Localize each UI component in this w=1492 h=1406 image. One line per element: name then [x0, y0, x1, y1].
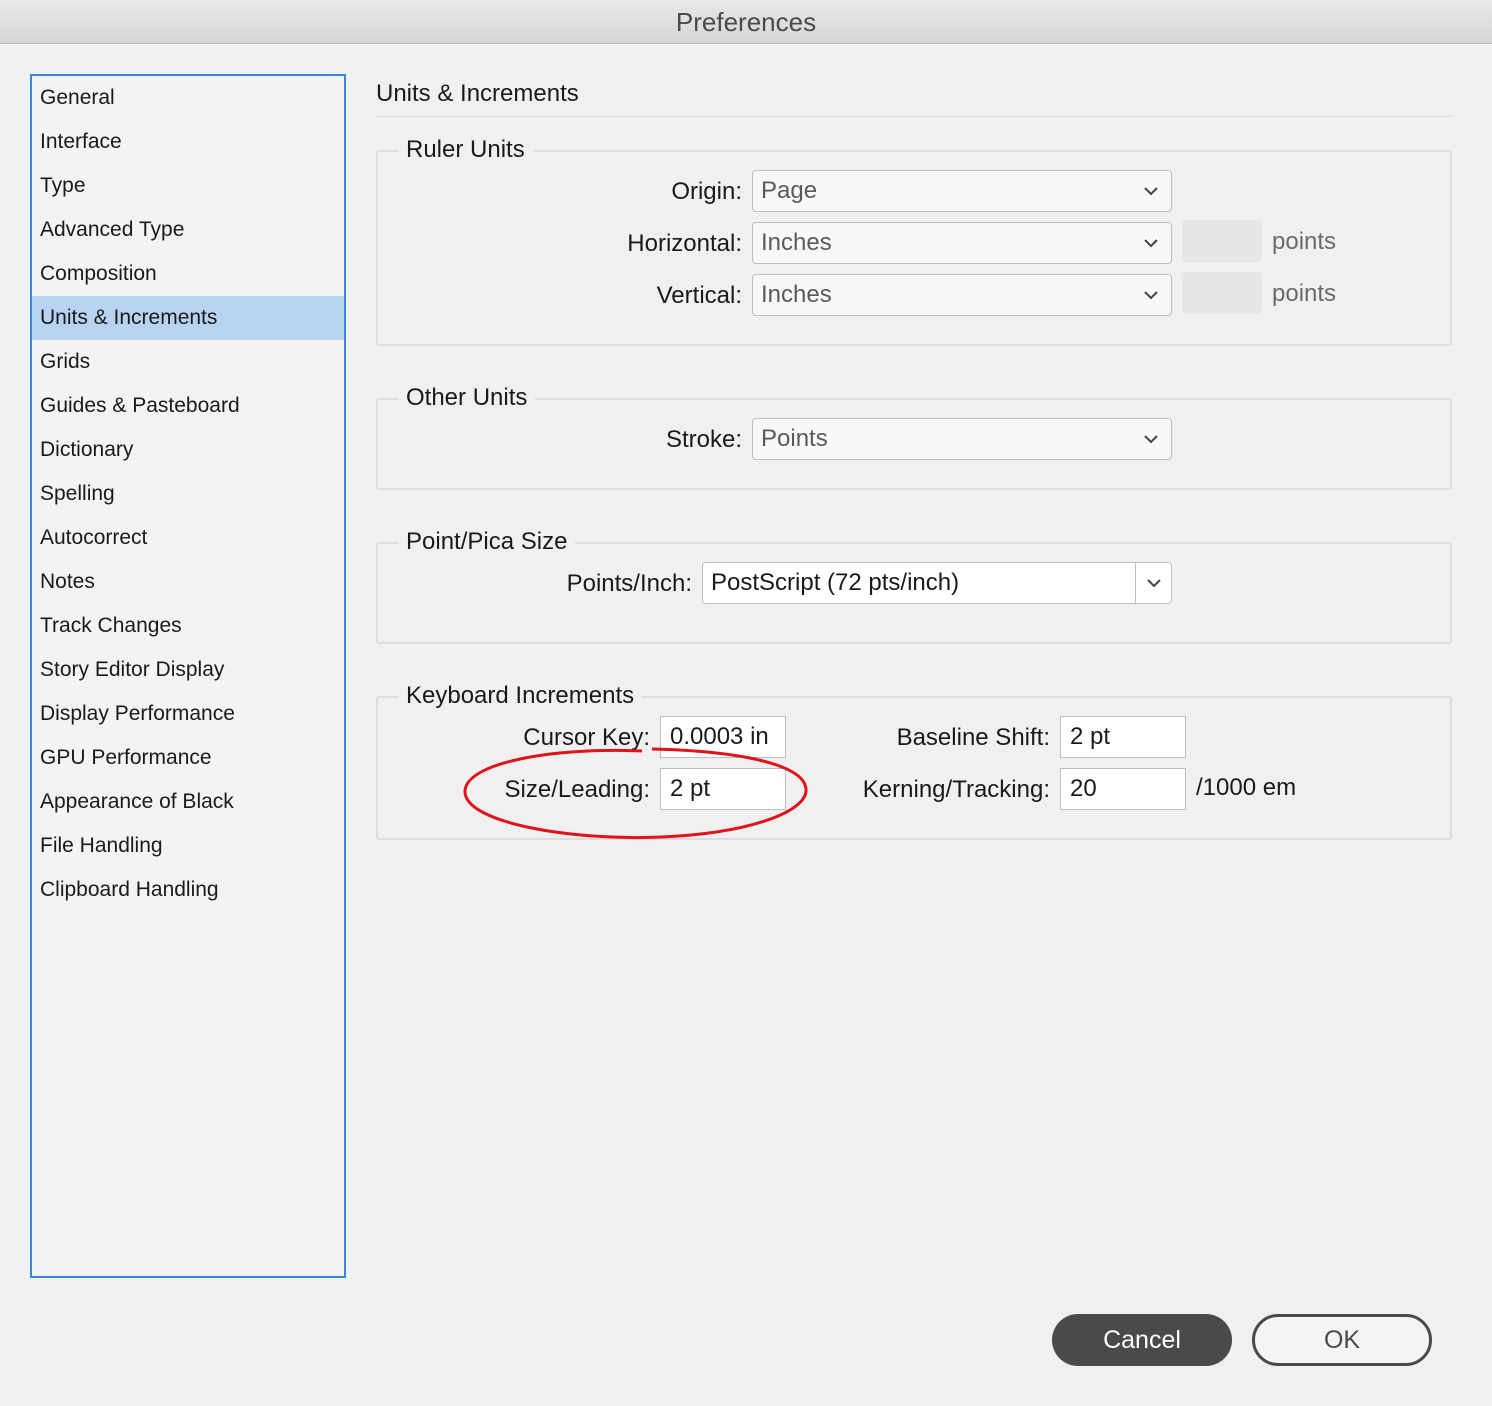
- ok-button[interactable]: OK: [1252, 1314, 1432, 1366]
- sidebar-item-clipboard-handling[interactable]: Clipboard Handling: [32, 868, 344, 912]
- stroke-value: Points: [761, 425, 828, 452]
- sidebar-item-grids[interactable]: Grids: [32, 340, 344, 384]
- sidebar-item-type[interactable]: Type: [32, 164, 344, 208]
- kerning-tracking-input[interactable]: 20: [1060, 768, 1186, 810]
- chevron-down-icon[interactable]: [1135, 563, 1171, 603]
- horizontal-select[interactable]: Inches: [752, 222, 1172, 264]
- cursor-key-label: Cursor Key:: [523, 724, 650, 751]
- sidebar-item-composition[interactable]: Composition: [32, 252, 344, 296]
- points-inch-combobox[interactable]: PostScript (72 pts/inch): [702, 562, 1172, 604]
- size-leading-input[interactable]: 2 pt: [660, 768, 786, 810]
- origin-value: Page: [761, 177, 818, 204]
- sidebar-item-advanced-type[interactable]: Advanced Type: [32, 208, 344, 252]
- cursor-key-input[interactable]: 0.0003 in: [660, 716, 786, 758]
- vertical-label: Vertical:: [656, 282, 742, 309]
- chevron-down-icon: [1141, 171, 1161, 211]
- chevron-down-icon: [1141, 223, 1161, 263]
- baseline-shift-input[interactable]: 2 pt: [1060, 716, 1186, 758]
- vertical-value: Inches: [761, 281, 832, 308]
- sidebar-item-spelling[interactable]: Spelling: [32, 472, 344, 516]
- size-leading-label: Size/Leading:: [504, 776, 650, 803]
- sidebar-item-file-handling[interactable]: File Handling: [32, 824, 344, 868]
- vertical-select[interactable]: Inches: [752, 274, 1172, 316]
- horizontal-points-field: [1182, 220, 1262, 262]
- chevron-down-icon: [1141, 419, 1161, 459]
- keyboard-increments-legend: Keyboard Increments: [398, 680, 643, 712]
- sidebar-item-gpu-performance[interactable]: GPU Performance: [32, 736, 344, 780]
- other-units-legend: Other Units: [398, 382, 536, 414]
- preferences-sidebar: General Interface Type Advanced Type Com…: [30, 74, 346, 1278]
- vertical-points-field: [1182, 272, 1262, 314]
- vertical-unit-label: points: [1272, 280, 1337, 307]
- sidebar-item-general[interactable]: General: [32, 76, 344, 120]
- points-inch-value: PostScript (72 pts/inch): [711, 569, 960, 596]
- points-inch-label: Points/Inch:: [566, 570, 692, 597]
- sidebar-item-dictionary[interactable]: Dictionary: [32, 428, 344, 472]
- kerning-unit-label: /1000 em: [1196, 774, 1297, 801]
- section-divider: [376, 116, 1452, 117]
- chevron-down-icon: [1141, 275, 1161, 315]
- sidebar-item-track-changes[interactable]: Track Changes: [32, 604, 344, 648]
- baseline-shift-label: Baseline Shift:: [896, 724, 1050, 751]
- sidebar-item-guides-pasteboard[interactable]: Guides & Pasteboard: [32, 384, 344, 428]
- stroke-label: Stroke:: [665, 426, 742, 453]
- origin-label: Origin:: [671, 178, 742, 205]
- point-pica-legend: Point/Pica Size: [398, 526, 576, 558]
- sidebar-item-interface[interactable]: Interface: [32, 120, 344, 164]
- horizontal-unit-label: points: [1272, 228, 1337, 255]
- horizontal-value: Inches: [761, 229, 832, 256]
- kerning-tracking-label: Kerning/Tracking:: [862, 776, 1050, 803]
- sidebar-item-autocorrect[interactable]: Autocorrect: [32, 516, 344, 560]
- sidebar-item-units-increments[interactable]: Units & Increments: [32, 296, 344, 340]
- sidebar-item-story-editor-display[interactable]: Story Editor Display: [32, 648, 344, 692]
- cancel-button[interactable]: Cancel: [1052, 1314, 1232, 1366]
- window-title: Preferences: [0, 0, 1492, 44]
- sidebar-item-notes[interactable]: Notes: [32, 560, 344, 604]
- section-title: Units & Increments: [376, 80, 579, 107]
- sidebar-item-display-performance[interactable]: Display Performance: [32, 692, 344, 736]
- horizontal-label: Horizontal:: [627, 230, 742, 257]
- sidebar-item-appearance-of-black[interactable]: Appearance of Black: [32, 780, 344, 824]
- stroke-select[interactable]: Points: [752, 418, 1172, 460]
- origin-select[interactable]: Page: [752, 170, 1172, 212]
- ruler-units-legend: Ruler Units: [398, 134, 533, 166]
